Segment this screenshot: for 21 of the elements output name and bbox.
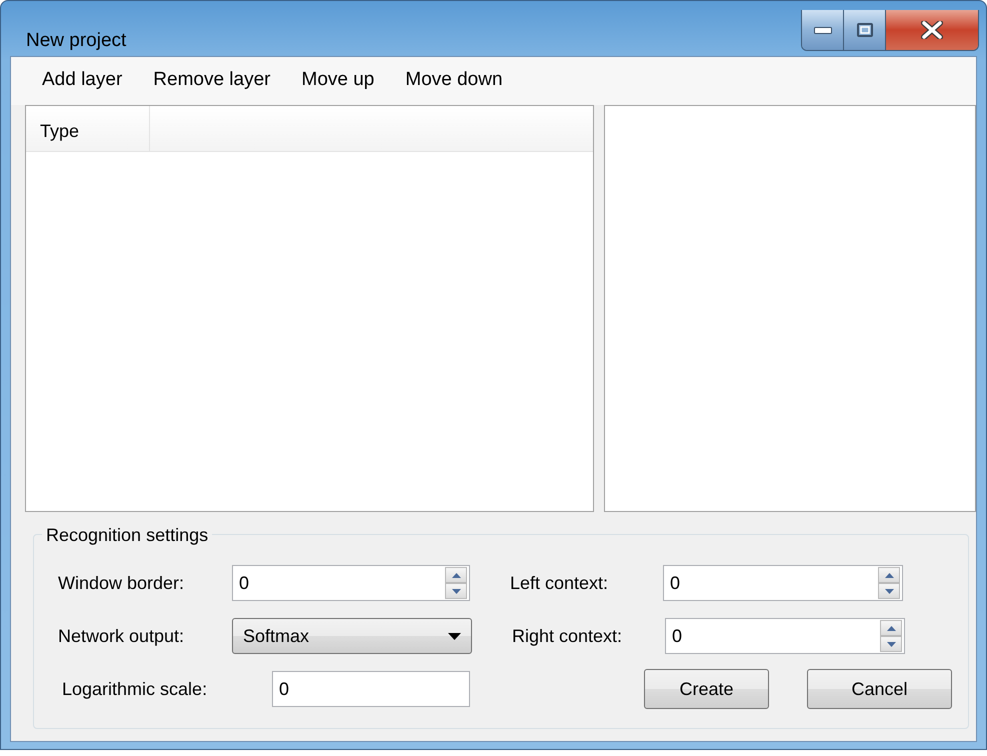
dialog-button[interactable]: Create [644,669,769,709]
close-button[interactable] [886,10,978,50]
maximize-icon [856,23,872,37]
minimize-icon [814,26,832,34]
toolbar-button[interactable]: Move down [392,64,521,97]
maximize-button[interactable] [844,10,886,50]
dropdown[interactable]: Softmax [232,618,472,654]
field-label: Right context: [512,624,624,648]
close-icon [921,21,943,39]
field-label: Network output: [58,624,186,648]
text-field[interactable]: 0 [272,671,470,707]
toolbar-button[interactable]: Add layer [29,64,140,97]
field-label: Logarithmic scale: [62,678,208,701]
window-title: New project [26,29,126,53]
toolbar-button[interactable]: Remove layer [140,64,288,97]
minimize-button[interactable] [802,10,844,50]
toolbar-button[interactable]: Move up [288,64,392,97]
dialog-button[interactable]: Cancel [807,669,952,709]
field-label: Window border: [58,572,186,594]
field-label: Left context: [510,572,610,594]
caret-icon [448,632,461,640]
